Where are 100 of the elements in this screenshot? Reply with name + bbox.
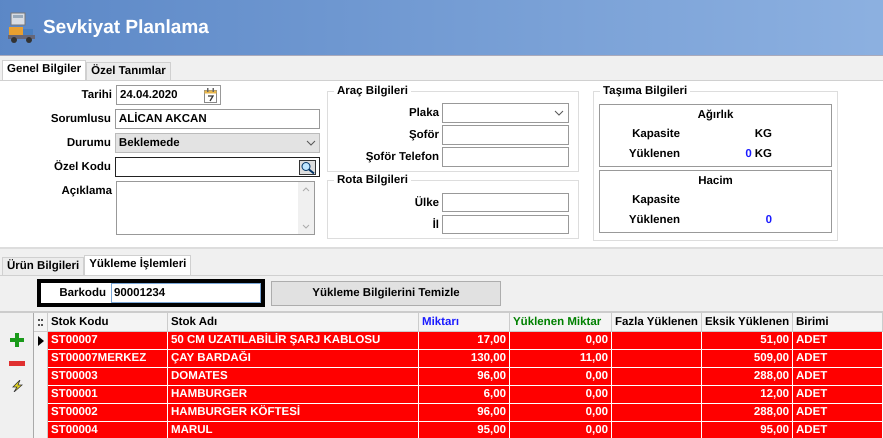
- table-cell: 288,00: [702, 404, 793, 422]
- field-label: Tarihi: [80, 88, 113, 103]
- chevron-down-icon: [554, 110, 564, 116]
- column-header[interactable]: Stok Kodu: [48, 313, 168, 331]
- table-cell: ST00007MERKEZ: [48, 350, 168, 368]
- add-icon[interactable]: [10, 333, 24, 347]
- unit-label: KG: [754, 128, 772, 140]
- input-field[interactable]: [442, 193, 569, 212]
- truck-icon: [7, 10, 37, 44]
- clear-button[interactable]: Yükleme Bilgilerini Temizle: [271, 280, 501, 306]
- table-cell: 50 CM UZATILABİLİR ŞARJ KABLOSU: [168, 332, 419, 350]
- table-cell: DOMATES: [168, 368, 419, 386]
- unit-label: KG: [754, 148, 772, 160]
- table-cell: ST00007: [48, 332, 168, 350]
- lightning-icon[interactable]: [10, 380, 22, 392]
- table-cell: ADET: [793, 422, 883, 438]
- table-cell: ADET: [793, 404, 883, 422]
- measure-value: 0: [745, 148, 752, 160]
- table-cell: 130,00: [419, 350, 510, 368]
- window-title: Sevkiyat Planlama: [43, 16, 209, 38]
- input-field[interactable]: [442, 147, 569, 167]
- field-label: İl: [432, 218, 440, 230]
- table-cell: ÇAY BARDAĞI: [168, 350, 419, 368]
- measure-label: Yüklenen: [628, 214, 681, 226]
- group-title: Araç Bilgileri: [334, 85, 411, 97]
- column-header[interactable]: Stok Adı: [168, 313, 419, 331]
- table-cell: ADET: [793, 368, 883, 386]
- field-label: Şoför: [408, 129, 440, 141]
- table-cell: ST00003: [48, 368, 168, 386]
- row-indicator[interactable]: [34, 332, 48, 350]
- table-cell: HAMBURGER: [168, 386, 419, 404]
- field-label: Plaka: [408, 107, 440, 119]
- table-cell: ADET: [793, 350, 883, 368]
- table-cell: 0,00: [510, 386, 612, 404]
- table-row[interactable]: ST00001 HAMBURGER 6,00 0,00 12,00 ADET: [34, 386, 883, 404]
- table-cell: 0,00: [510, 332, 612, 350]
- table-cell: 95,00: [702, 422, 793, 438]
- tab[interactable]: Genel Bilgiler: [2, 60, 86, 80]
- measure-label: Yüklenen: [628, 148, 681, 160]
- input-field[interactable]: [442, 125, 569, 145]
- table-row[interactable]: ST00004 MARUL 95,00 0,00 95,00 ADET: [34, 422, 883, 438]
- column-header[interactable]: Fazla Yüklenen: [612, 313, 702, 331]
- measure-label: Kapasite: [631, 128, 681, 140]
- calendar-icon: [204, 88, 217, 102]
- column-header[interactable]: Miktarı: [419, 313, 510, 331]
- table-cell: ADET: [793, 386, 883, 404]
- measure-value: 0: [766, 214, 772, 226]
- measure-label: Kapasite: [631, 194, 681, 206]
- input-field[interactable]: 24.04.2020: [116, 85, 221, 105]
- table-cell: 17,00: [419, 332, 510, 350]
- scroll-down-icon[interactable]: [302, 224, 310, 229]
- tab[interactable]: Ürün Bilgileri: [2, 257, 84, 275]
- table-cell: 509,00: [702, 350, 793, 368]
- table-cell: MARUL: [168, 422, 419, 438]
- input-field[interactable]: ALİCAN AKCAN: [114, 109, 320, 129]
- table-cell: ST00004: [48, 422, 168, 438]
- field-label: Şoför Telefon: [364, 151, 440, 163]
- remove-icon[interactable]: [8, 361, 24, 366]
- tab[interactable]: Özel Tanımlar: [86, 62, 171, 80]
- group-title: Rota Bilgileri: [334, 174, 411, 186]
- table-cell: 11,00: [510, 350, 612, 368]
- chevron-down-icon: [306, 140, 316, 146]
- table-cell: HAMBURGER KÖFTESİ: [168, 404, 419, 422]
- scroll-up-icon[interactable]: [302, 187, 310, 192]
- table-cell: 0,00: [510, 404, 612, 422]
- table-row[interactable]: ST00007MERKEZ ÇAY BARDAĞI 130,00 11,00 509,00 ADET: [34, 350, 883, 368]
- field-label: Durumu: [66, 136, 112, 151]
- table-row[interactable]: ST00002 HAMBURGER KÖFTESİ 96,00 0,00 288,00 ADET: [34, 404, 883, 422]
- table-cell: 0,00: [510, 368, 612, 386]
- table-cell: 6,00: [419, 386, 510, 404]
- tab[interactable]: Yükleme İşlemleri: [84, 255, 192, 275]
- description-field[interactable]: [116, 181, 315, 235]
- table-cell: 95,00: [419, 422, 510, 438]
- field-label: Ülke: [414, 196, 440, 208]
- grid-handle-icon[interactable]: [38, 318, 43, 326]
- panel-title: Ağırlık: [698, 109, 734, 121]
- field-label: Sorumlusu: [50, 112, 112, 127]
- column-header[interactable]: Yüklenen Miktar: [510, 313, 612, 331]
- column-header[interactable]: Birimi: [793, 313, 883, 331]
- panel-title: Hacim: [698, 175, 733, 187]
- current-row-icon: [38, 336, 44, 346]
- field-label: Özel Kodu: [53, 159, 112, 175]
- plate-dropdown[interactable]: [442, 103, 569, 123]
- table-cell: ADET: [793, 332, 883, 350]
- search-icon[interactable]: [299, 160, 316, 174]
- table-cell: 96,00: [419, 404, 510, 422]
- table-cell: 51,00: [702, 332, 793, 350]
- field-label: Açıklama: [60, 184, 113, 199]
- table-row[interactable]: ST00003 DOMATES 96,00 0,00 288,00 ADET: [34, 368, 883, 386]
- field-label: Barkodu: [58, 287, 107, 299]
- status-dropdown[interactable]: Beklemede: [114, 133, 320, 153]
- barcode-field[interactable]: 90001234: [111, 283, 261, 303]
- input-field[interactable]: [442, 215, 569, 234]
- input-field[interactable]: [114, 157, 320, 177]
- column-header[interactable]: Eksik Yüklenen: [702, 313, 793, 331]
- table-cell: 12,00: [702, 386, 793, 404]
- table-cell: ST00002: [48, 404, 168, 422]
- table-row[interactable]: ST00007 50 CM UZATILABİLİR ŞARJ KABLOSU 17,00 0,00 51,00 ADET: [34, 332, 883, 350]
- group-title: Taşıma Bilgileri: [600, 85, 690, 97]
- table-cell: ST00001: [48, 386, 168, 404]
